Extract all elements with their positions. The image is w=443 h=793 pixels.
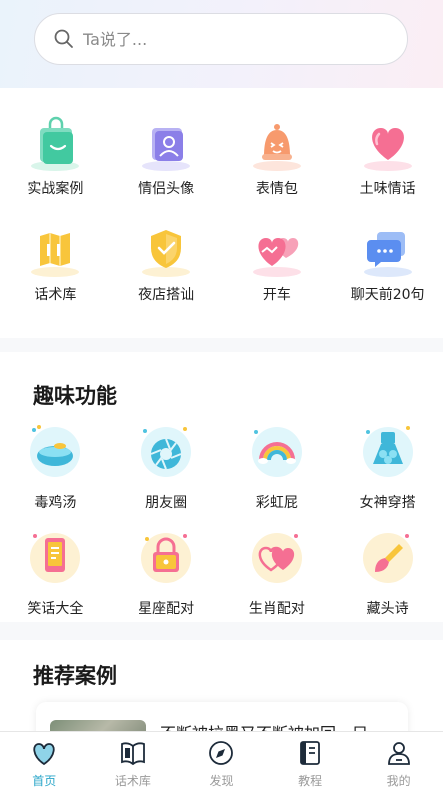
feature-label: 朋友圈 [145,495,188,511]
brush-icon [362,533,413,583]
shopping-bag-icon [31,116,80,171]
feature-label: 夜店搭讪 [138,287,195,303]
feature-label: 开车 [262,287,291,303]
main-feature-grid: 实战案例 情侣头像 表情包 土味情话 话术库 夜店搭讪 开车 聊天前20句 [0,116,443,314]
profile-icon [387,742,410,765]
feature-label: 聊天前20句 [350,287,425,303]
fun-section-title: 趣味功能 [33,384,117,408]
heart-icon [363,128,412,171]
soup-bowl-icon [30,425,81,477]
dress-icon [362,426,413,477]
shield-check-icon [142,230,191,277]
fun-acrostic-poem[interactable]: 藏头诗 [332,524,443,624]
fun-jokes[interactable]: 笑话大全 [0,524,111,624]
recommend-section-title: 推荐案例 [33,664,117,688]
chat-bubble-icon [363,232,412,277]
fun-moments[interactable]: 朋友圈 [111,418,222,518]
fun-zodiac-match[interactable]: 星座配对 [111,524,222,624]
double-heart-icon [252,238,301,277]
tab-tutorial[interactable]: 教程 [266,732,355,793]
tab-home[interactable]: 首页 [0,732,89,793]
feature-label: 笑话大全 [27,601,84,617]
bottom-tab-bar: 首页 话术库 发现 教程 我的 [0,731,443,793]
feature-drive[interactable]: 开车 [222,222,333,314]
compass-icon [209,741,234,765]
feature-cheesy-lines[interactable]: 土味情话 [332,116,443,208]
feature-label: 土味情话 [359,181,416,197]
book-icon [31,233,80,277]
tab-mine[interactable]: 我的 [354,732,443,793]
notebook-icon [300,741,320,765]
search-bar[interactable] [34,13,408,65]
hearts-pair-icon [251,533,302,583]
lock-icon [141,533,192,583]
search-input[interactable] [83,29,383,49]
feature-label: 话术库 [34,287,77,303]
tab-script-library[interactable]: 话术库 [89,732,178,793]
tab-discover[interactable]: 发现 [177,732,266,793]
home-heart-icon [33,743,55,766]
feature-script-library[interactable]: 话术库 [0,222,111,314]
feature-nightclub-approach[interactable]: 夜店搭讪 [111,222,222,314]
fun-poison-soup[interactable]: 毒鸡汤 [0,418,111,518]
open-book-icon [120,742,145,766]
bell-face-icon [252,124,301,171]
portrait-icon [142,128,191,171]
feature-practical-cases[interactable]: 实战案例 [0,116,111,208]
feature-label: 毒鸡汤 [34,495,77,511]
fun-flattery[interactable]: 彩虹屁 [222,418,333,518]
feature-first-20-lines[interactable]: 聊天前20句 [332,222,443,314]
feature-label: 表情包 [255,181,298,197]
feature-label: 女神穿搭 [359,495,416,511]
feature-label: 彩虹屁 [255,495,298,511]
phone-icon [30,533,81,583]
fun-feature-grid: 毒鸡汤 朋友圈 彩虹屁 女神穿搭 笑话大全 星座配对 生肖配对 藏头诗 [0,418,443,624]
feature-label: 生肖配对 [248,601,305,617]
feature-label: 实战案例 [27,181,84,197]
search-icon [54,29,73,48]
aperture-icon [141,427,192,477]
feature-label: 星座配对 [138,601,195,617]
feature-label: 情侣头像 [138,181,195,197]
rainbow-icon [251,427,302,477]
fun-chinese-zodiac-match[interactable]: 生肖配对 [222,524,333,624]
fun-goddess-outfit[interactable]: 女神穿搭 [332,418,443,518]
feature-label: 藏头诗 [366,601,409,617]
feature-couple-avatar[interactable]: 情侣头像 [111,116,222,208]
feature-stickers[interactable]: 表情包 [222,116,333,208]
